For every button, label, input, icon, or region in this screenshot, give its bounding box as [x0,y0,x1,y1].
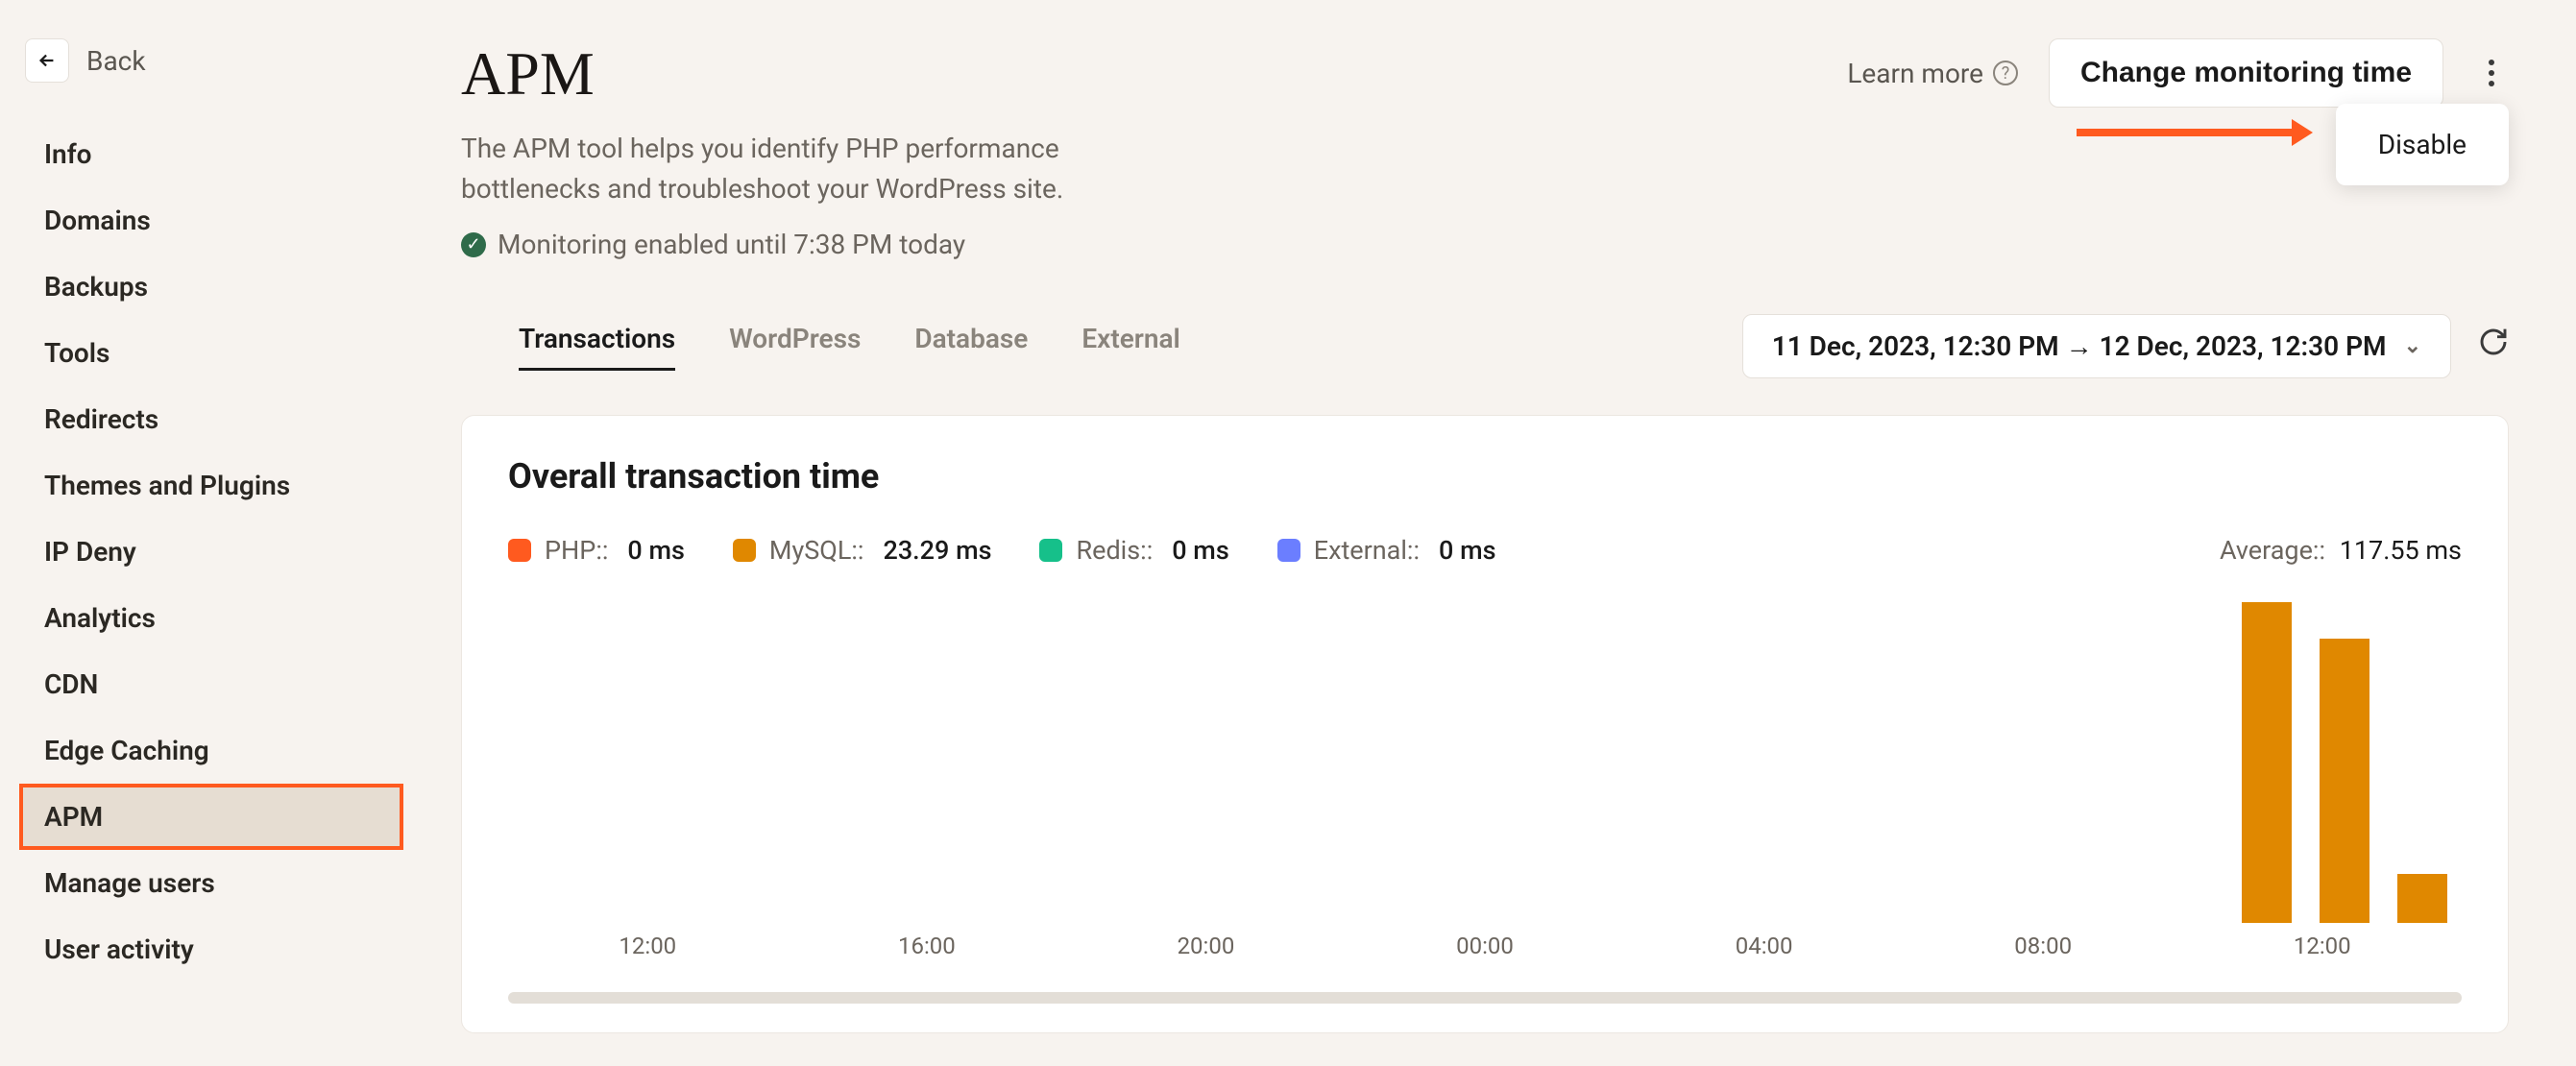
xaxis-tick: 12:00 [2182,933,2462,971]
legend-swatch [1277,539,1300,562]
disable-menu-item[interactable]: Disable [2378,129,2467,160]
legend-label: MySQL:: [769,535,864,566]
page-description: The APM tool helps you identify PHP perf… [461,129,1076,209]
chart-scrollbar[interactable] [508,992,2462,1004]
status-text: Monitoring enabled until 7:38 PM today [498,229,965,260]
tabs: Transactions WordPress Database External [461,323,1180,371]
more-options-menu: Disable [2336,104,2509,185]
chart-legend: PHP::0 msMySQL::23.29 msRedis::0 msExter… [508,535,1496,566]
xaxis-tick: 20:00 [1066,933,1346,971]
help-circle-icon: ? [1993,61,2018,85]
sidebar: Back InfoDomainsBackupsToolsRedirectsThe… [0,0,423,1066]
legend-item: PHP::0 ms [508,535,685,566]
sidebar-item-manage-users[interactable]: Manage users [19,850,403,916]
more-options-button[interactable] [2474,51,2509,95]
chart-bar [2242,602,2292,923]
sidebar-item-ip-deny[interactable]: IP Deny [19,519,403,585]
chart-bar [2320,639,2369,923]
legend-swatch [733,539,756,562]
sidebar-item-user-activity[interactable]: User activity [19,916,403,982]
legend-label: PHP:: [545,535,608,566]
legend-value: 0 ms [1172,535,1228,566]
sidebar-item-edge-caching[interactable]: Edge Caching [19,717,403,784]
legend-swatch [508,539,531,562]
bar-slot [2384,874,2462,923]
legend-swatch [1039,539,1062,562]
tab-external[interactable]: External [1081,323,1179,371]
arrow-left-icon [36,50,58,71]
refresh-button[interactable] [2478,327,2509,366]
xaxis-tick: 16:00 [788,933,1067,971]
legend-label: Redis:: [1076,535,1153,566]
date-range-picker[interactable]: 11 Dec, 2023, 12:30 PM → 12 Dec, 2023, 1… [1742,314,2451,378]
chart-bar [2397,874,2447,923]
date-range-text: 11 Dec, 2023, 12:30 PM → 12 Dec, 2023, 1… [1772,330,2387,362]
tab-database[interactable]: Database [914,323,1028,371]
refresh-icon [2478,327,2509,357]
sidebar-item-analytics[interactable]: Analytics [19,585,403,651]
learn-more-label: Learn more [1847,58,1983,89]
legend-label: External:: [1314,535,1420,566]
back-button[interactable] [25,38,69,83]
change-monitoring-button[interactable]: Change monitoring time [2049,38,2443,108]
xaxis-tick: 00:00 [1346,933,1625,971]
bar-slot [2305,639,2383,923]
legend-item: External::0 ms [1277,535,1496,566]
sidebar-item-redirects[interactable]: Redirects [19,386,403,452]
sidebar-nav: InfoDomainsBackupsToolsRedirectsThemes a… [19,121,403,982]
chevron-down-icon: ⌄ [2404,334,2421,358]
back-label: Back [86,45,146,77]
sidebar-item-themes-and-plugins[interactable]: Themes and Plugins [19,452,403,519]
xaxis-tick: 08:00 [1904,933,2183,971]
card-title: Overall transaction time [508,456,2462,497]
sidebar-item-cdn[interactable]: CDN [19,651,403,717]
monitoring-status: ✓ Monitoring enabled until 7:38 PM today [461,229,1076,260]
legend-item: Redis::0 ms [1039,535,1228,566]
transaction-time-card: Overall transaction time PHP::0 ms MySQL:… [461,415,2509,1033]
legend-value: 0 ms [627,535,684,566]
sidebar-item-domains[interactable]: Domains [19,187,403,254]
tab-transactions[interactable]: Transactions [519,323,675,371]
legend-value: 23.29 ms [883,535,991,566]
learn-more-link[interactable]: Learn more ? [1847,58,2018,89]
sidebar-item-apm[interactable]: APM [19,784,403,850]
legend-item: MySQL::23.29 ms [733,535,992,566]
average-label: Average:: 117.55 ms [2220,535,2462,566]
tab-wordpress[interactable]: WordPress [729,323,861,371]
legend-value: 0 ms [1439,535,1495,566]
xaxis-tick: 12:00 [508,933,788,971]
sidebar-item-tools[interactable]: Tools [19,320,403,386]
sidebar-item-info[interactable]: Info [19,121,403,187]
main-content: APM The APM tool helps you identify PHP … [423,0,2576,1066]
annotation-arrow [2077,129,2297,136]
sidebar-item-backups[interactable]: Backups [19,254,403,320]
average-value: 117.55 ms [2340,535,2462,566]
bar-slot [2227,602,2305,923]
chart: 12:0016:0020:0000:0004:0008:0012:00 [508,577,2462,971]
check-circle-icon: ✓ [461,232,486,257]
xaxis-tick: 04:00 [1624,933,1904,971]
page-title: APM [461,38,1076,109]
kebab-icon [2488,59,2495,87]
